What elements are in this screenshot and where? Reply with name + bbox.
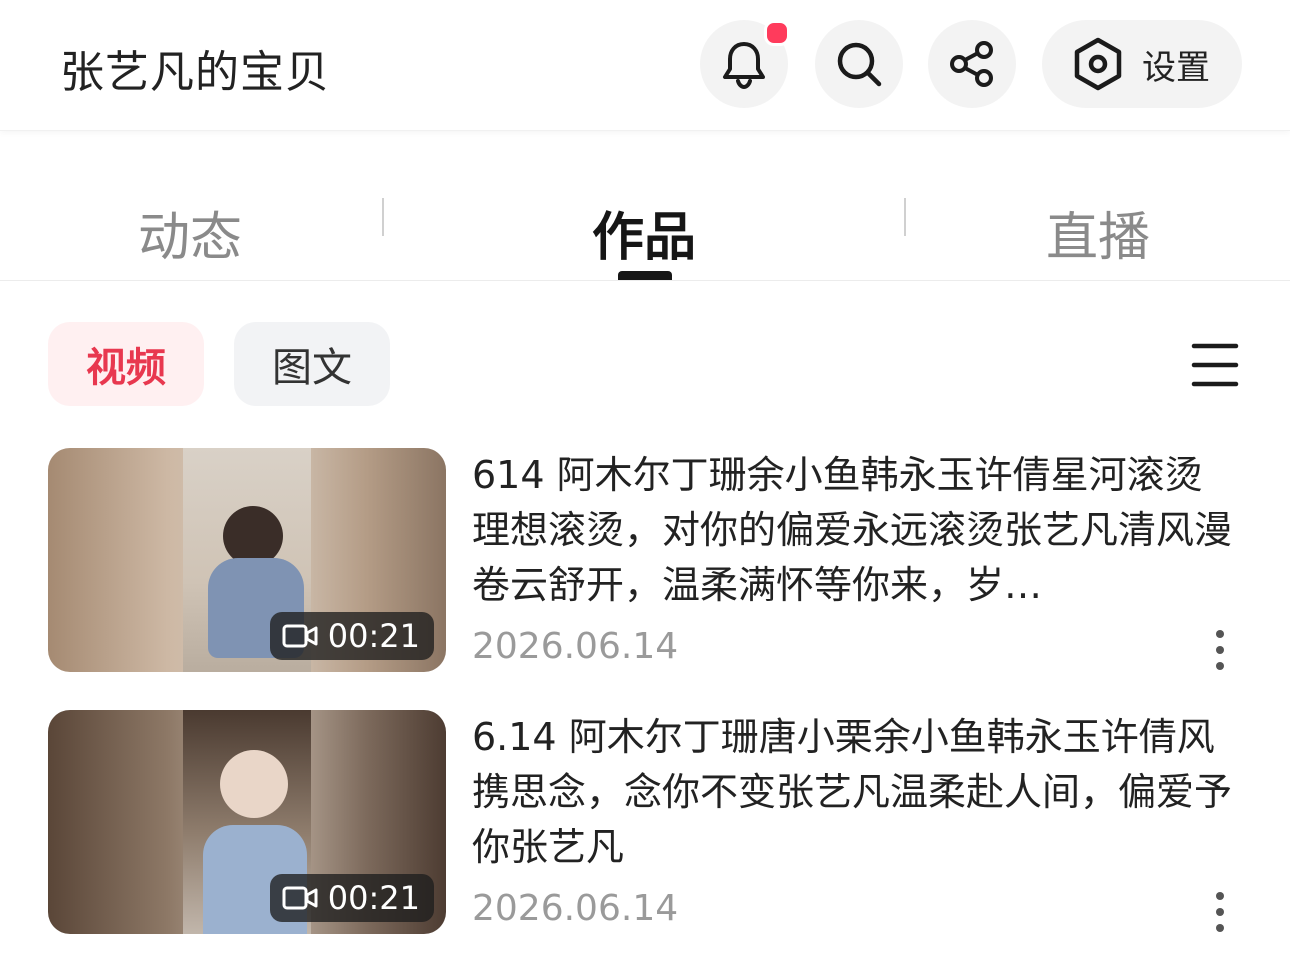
more-options-icon[interactable] [1208, 890, 1232, 934]
list-item[interactable]: 00:21 6.14 阿木尔丁珊唐小栗余小鱼韩永玉许倩风携思念，念你不变张艺凡温… [0, 710, 1290, 940]
item-date: 2026.06.14 [472, 626, 679, 667]
video-thumbnail[interactable]: 00:21 [48, 710, 446, 934]
filter-image-text-chip[interactable]: 图文 [234, 322, 390, 406]
video-camera-icon [282, 624, 318, 648]
settings-icon [1074, 37, 1122, 91]
tab-dynamic[interactable]: 动态 [138, 195, 242, 270]
more-options-icon[interactable] [1208, 628, 1232, 672]
duration-text: 00:21 [327, 879, 420, 917]
page-title: 张艺凡的宝贝 [60, 47, 330, 98]
item-description[interactable]: 6.14 阿木尔丁珊唐小栗余小鱼韩永玉许倩风携思念，念你不变张艺凡温柔赴人间，偏… [472, 710, 1232, 875]
active-tab-indicator [618, 271, 672, 280]
bell-icon [723, 42, 765, 90]
tab-divider [904, 198, 906, 236]
tab-divider [382, 198, 384, 236]
settings-button[interactable]: 设置 [1042, 20, 1242, 108]
settings-label: 设置 [1142, 47, 1210, 88]
notification-badge [764, 20, 790, 46]
profile-tabs: 动态 作品 直播 [0, 160, 1290, 281]
tab-works[interactable]: 作品 [592, 195, 696, 270]
thumbnail-person-head [220, 750, 288, 818]
duration-text: 00:21 [327, 617, 420, 655]
item-date: 2026.06.14 [472, 888, 679, 929]
duration-badge: 00:21 [269, 874, 434, 922]
list-item[interactable]: 00:21 614 阿木尔丁珊余小鱼韩永玉许倩星河滚烫理想滚烫，对你的偏爱永远滚… [0, 448, 1290, 678]
filter-video-chip[interactable]: 视频 [48, 322, 204, 406]
notifications-button[interactable] [700, 20, 790, 108]
share-icon [950, 41, 993, 87]
share-button[interactable] [928, 20, 1016, 108]
top-bar: 张艺凡的宝贝 设置 [0, 0, 1290, 131]
video-camera-icon [282, 886, 318, 910]
item-description[interactable]: 614 阿木尔丁珊余小鱼韩永玉许倩星河滚烫理想滚烫，对你的偏爱永远滚烫张艺凡清风… [472, 448, 1232, 613]
list-menu-icon[interactable] [1190, 340, 1240, 390]
tab-live[interactable]: 直播 [1046, 195, 1150, 270]
search-button[interactable] [815, 20, 903, 108]
duration-badge: 00:21 [269, 612, 434, 660]
search-icon [837, 42, 882, 87]
video-thumbnail[interactable]: 00:21 [48, 448, 446, 672]
thumbnail-person-head [223, 506, 283, 566]
